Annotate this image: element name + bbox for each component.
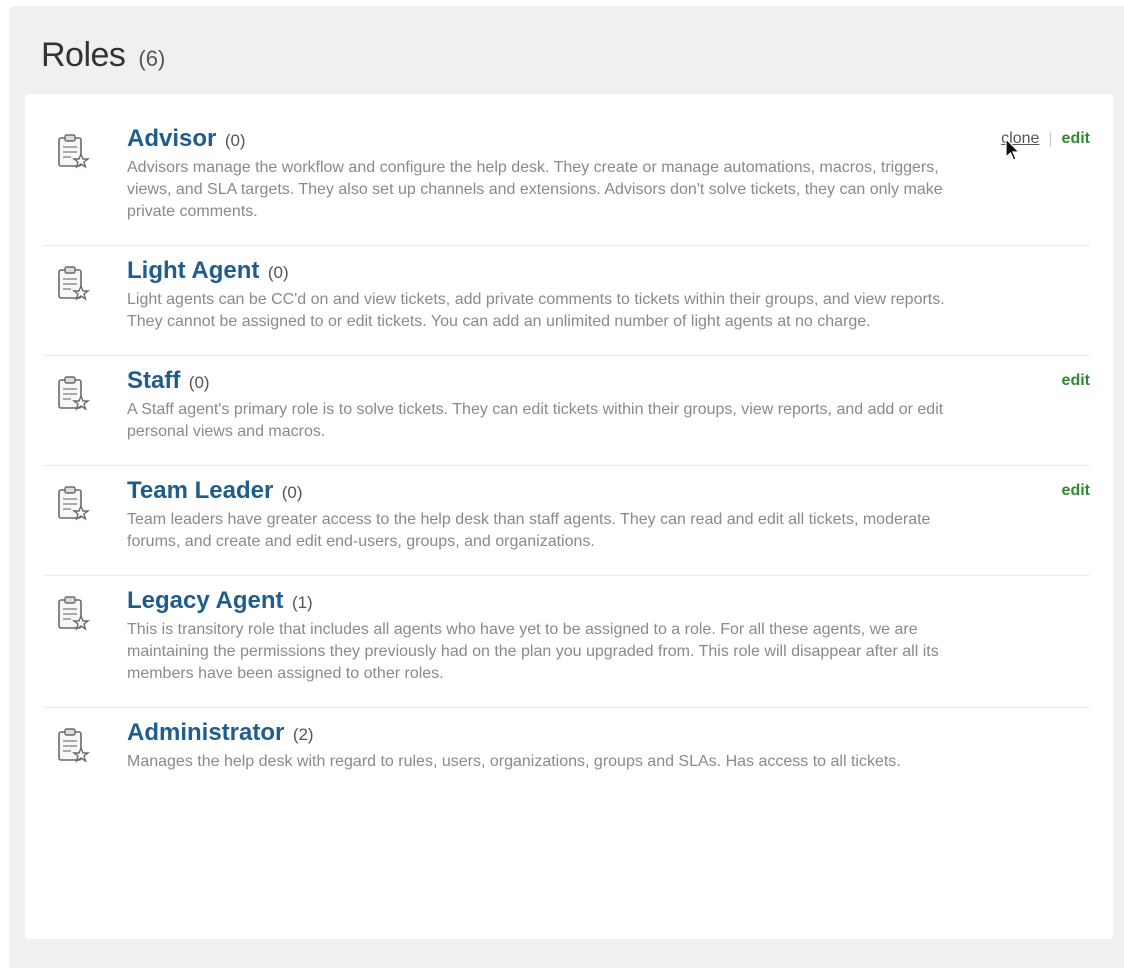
role-heading: Legacy Agent (1)	[127, 586, 957, 619]
role-item-legacy-agent: Legacy Agent (1) This is transitory role…	[43, 576, 1090, 708]
role-member-count: (0)	[267, 263, 289, 282]
mouse-pointer-icon	[1005, 138, 1021, 161]
role-name[interactable]: Team Leader	[127, 477, 273, 504]
clipboard-star-icon	[58, 728, 91, 763]
role-member-count: (0)	[188, 373, 210, 392]
role-name[interactable]: Light Agent	[127, 257, 259, 284]
role-body: Advisor (0) Advisors manage the workflow…	[127, 124, 957, 223]
role-member-count: (0)	[224, 131, 246, 150]
role-body: Staff (0) A Staff agent's primary role i…	[127, 366, 957, 443]
role-body: Administrator (2) Manages the help desk …	[127, 718, 957, 773]
role-body: Light Agent (0) Light agents can be CC'd…	[127, 256, 957, 333]
clipboard-star-icon	[58, 376, 91, 411]
clipboard-star-icon	[58, 266, 91, 301]
role-name[interactable]: Advisor	[127, 125, 216, 152]
role-member-count: (2)	[292, 725, 314, 744]
role-item-light-agent: Light Agent (0) Light agents can be CC'd…	[43, 246, 1090, 356]
clipboard-star-icon	[58, 486, 91, 521]
edit-link[interactable]: edit	[1062, 372, 1090, 389]
edit-link[interactable]: edit	[1062, 482, 1090, 499]
role-heading: Light Agent (0)	[127, 256, 957, 289]
role-name[interactable]: Legacy Agent	[127, 587, 283, 614]
role-actions: edit	[1062, 372, 1090, 390]
role-description: Advisors manage the workflow and configu…	[127, 159, 943, 220]
role-description: Manages the help desk with regard to rul…	[127, 753, 901, 770]
roles-panel: Advisor (0) Advisors manage the workflow…	[25, 94, 1113, 939]
roles-count: (6)	[138, 46, 166, 71]
role-name[interactable]: Staff	[127, 367, 180, 394]
role-item-team-leader: Team Leader (0) Team leaders have greate…	[43, 466, 1090, 576]
role-heading: Advisor (0)	[127, 124, 957, 157]
page-title: Roles (6)	[41, 36, 165, 75]
role-description: Team leaders have greater access to the …	[127, 511, 931, 550]
role-heading: Staff (0)	[127, 366, 957, 399]
action-separator: |	[1048, 130, 1053, 147]
role-actions: edit	[1062, 482, 1090, 500]
role-description: This is transitory role that includes al…	[127, 621, 939, 682]
role-heading: Team Leader (0)	[127, 476, 957, 509]
clipboard-star-icon	[58, 596, 91, 631]
roles-section: Roles (6) Advisor (0) Advisors manage th…	[9, 6, 1124, 968]
role-body: Team Leader (0) Team leaders have greate…	[127, 476, 957, 553]
role-description: A Staff agent's primary role is to solve…	[127, 401, 944, 440]
role-list: Advisor (0) Advisors manage the workflow…	[43, 114, 1090, 795]
clipboard-star-icon	[58, 134, 91, 169]
role-description: Light agents can be CC'd on and view tic…	[127, 291, 945, 330]
role-body: Legacy Agent (1) This is transitory role…	[127, 586, 957, 685]
page-title-text: Roles	[41, 36, 126, 74]
role-heading: Administrator (2)	[127, 718, 957, 751]
role-item-administrator: Administrator (2) Manages the help desk …	[43, 708, 1090, 795]
role-item-staff: Staff (0) A Staff agent's primary role i…	[43, 356, 1090, 466]
role-member-count: (1)	[291, 593, 313, 612]
role-member-count: (0)	[281, 483, 303, 502]
role-item-advisor: Advisor (0) Advisors manage the workflow…	[43, 114, 1090, 246]
role-name[interactable]: Administrator	[127, 719, 284, 746]
edit-link[interactable]: edit	[1062, 130, 1090, 147]
